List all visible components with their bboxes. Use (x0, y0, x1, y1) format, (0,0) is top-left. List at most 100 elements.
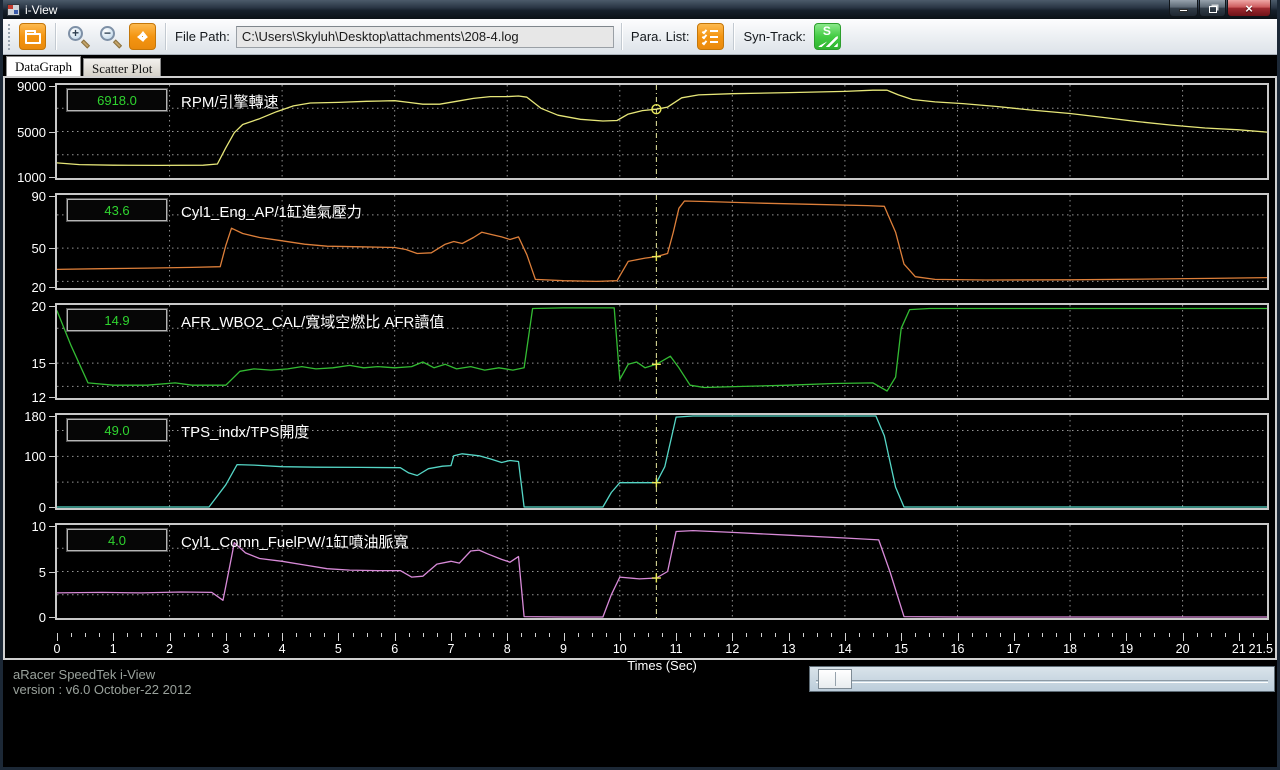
horizontal-trackbar[interactable] (809, 666, 1275, 692)
tab-scatter-plot[interactable]: Scatter Plot (83, 58, 162, 76)
x-tick-mark (1252, 633, 1254, 637)
x-tick-mark (746, 633, 748, 637)
y-axis-rpm: 9000 5000 1000 (5, 79, 55, 184)
value-box-tps: 49.0 (67, 419, 167, 441)
x-tick-mark (507, 633, 509, 641)
x-tick-mark (366, 633, 368, 637)
toolbar-grip[interactable] (8, 23, 12, 50)
x-tick-mark (1182, 633, 1184, 641)
x-tick-label: 6 (391, 642, 399, 656)
x-tick-mark (155, 633, 157, 637)
y-tick-label: 15 (31, 356, 46, 372)
x-tick-label: 17 (1006, 642, 1021, 656)
x-tick-mark (802, 633, 804, 637)
x-tick-label: 1 (109, 642, 117, 656)
toolbar-separator (55, 23, 56, 50)
x-tick-label: 16 (950, 642, 965, 656)
pan-icon (133, 27, 152, 46)
x-tick-mark (113, 633, 115, 641)
x-tick-mark (1168, 633, 1170, 637)
y-axis-fuelpw: 10 5 0 (5, 520, 55, 624)
x-tick-mark (999, 633, 1001, 637)
x-tick-label: 0 (53, 642, 61, 656)
x-tick-mark (577, 633, 579, 637)
chart-panel-ap[interactable]: 43.6 Cyl1_Eng_AP/1缸進氣壓力 (55, 193, 1269, 290)
chart-panel-tps[interactable]: 49.0 TPS_indx/TPS開度 (55, 413, 1269, 510)
y-tick-label: 9000 (17, 79, 46, 94)
restore-button[interactable] (1199, 0, 1226, 17)
channel-label-rpm: RPM/引擎轉速 (181, 94, 279, 111)
x-tick-mark (619, 633, 621, 641)
value-box-rpm: 6918.0 (67, 89, 167, 111)
x-tick-label: 13 (781, 642, 796, 656)
x-tick-mark (690, 633, 692, 637)
y-tick-label: 5000 (17, 124, 46, 140)
x-tick-mark (774, 633, 776, 637)
x-tick-label: 21.5 (1248, 642, 1273, 656)
window-title: i-View (25, 2, 58, 17)
x-tick-mark (1013, 633, 1015, 641)
chart-panel-afr[interactable]: 14.9 AFR_WBO2_CAL/寬域空燃比 AFR讀值 (55, 303, 1269, 400)
x-tick-mark (239, 633, 241, 637)
x-tick-mark (1056, 633, 1057, 637)
channel-label-tps: TPS_indx/TPS開度 (181, 424, 310, 441)
zoom-in-button[interactable]: + (66, 24, 92, 50)
para-list-button[interactable] (697, 23, 725, 50)
x-tick-mark (254, 633, 255, 637)
x-tick-mark (859, 633, 860, 637)
toolbar-separator (165, 23, 166, 50)
x-tick-mark (352, 633, 354, 637)
zoom-out-button[interactable]: − (98, 24, 124, 50)
x-tick-mark (676, 633, 678, 641)
x-tick-mark (479, 633, 481, 637)
status-text: aRacer SpeedTek i-View version : v6.0 Oc… (13, 667, 192, 697)
channel-label-fuelpw: Cyl1_Comn_FuelPW/1缸噴油脈寬 (181, 534, 409, 551)
x-tick-mark (493, 633, 495, 637)
x-tick-label: 7 (447, 642, 455, 656)
x-tick-label: 11 (669, 642, 683, 656)
chart-panel-rpm[interactable]: 6918.0 RPM/引擎轉速 (55, 83, 1269, 180)
x-tick-mark (788, 633, 790, 641)
x-tick-mark (338, 633, 340, 641)
minimize-button[interactable] (1169, 0, 1198, 17)
x-tick-mark (704, 633, 706, 637)
chart-row-rpm: 9000 5000 1000 6918.0 RPM/引擎轉速 (5, 79, 1275, 184)
x-tick-label: 8 (503, 642, 511, 656)
trackbar-channel (816, 680, 1268, 683)
open-file-button[interactable] (19, 23, 46, 50)
x-tick-mark (1084, 633, 1086, 637)
channel-label-afr: AFR_WBO2_CAL/寬域空燃比 AFR讀值 (181, 314, 445, 331)
title-bar[interactable]: i-View × (3, 0, 1277, 19)
x-tick-mark (1224, 633, 1226, 637)
file-path-input[interactable] (235, 25, 614, 48)
status-line-app: aRacer SpeedTek i-View (13, 667, 156, 682)
x-tick-mark (268, 633, 269, 637)
x-tick-mark (169, 633, 171, 641)
syn-track-label: Syn-Track: (743, 29, 806, 44)
close-button[interactable]: × (1227, 0, 1271, 17)
value-box-ap: 43.6 (67, 199, 167, 221)
y-tick-label: 90 (31, 189, 46, 204)
chart-row-tps: 180 100 0 49.0 TPS_indx/TPS開度 (5, 410, 1275, 514)
x-tick-mark (732, 633, 734, 641)
y-axis-ap: 90 50 20 (5, 189, 55, 294)
tab-datagraph[interactable]: DataGraph (6, 56, 82, 76)
x-tick-mark (183, 633, 185, 637)
x-tick-mark (451, 633, 452, 641)
x-tick-label: 15 (894, 642, 909, 656)
x-tick-mark (647, 633, 649, 637)
x-tick-mark (197, 633, 199, 637)
chart-panel-fuelpw[interactable]: 4.0 Cyl1_Comn_FuelPW/1缸噴油脈寬 (55, 523, 1269, 620)
x-tick-mark (633, 633, 635, 637)
x-tick-mark (211, 633, 213, 637)
syn-track-button[interactable]: S (813, 23, 841, 50)
y-tick-label: 0 (38, 500, 46, 515)
checklist-icon (702, 28, 719, 45)
x-tick-label: 4 (278, 642, 286, 656)
y-tick-label: 100 (24, 449, 46, 465)
x-tick-mark (394, 633, 396, 641)
pan-button[interactable] (129, 23, 156, 50)
status-line-version: version : v6.0 October-22 2012 (13, 682, 192, 697)
trackbar-thumb[interactable] (818, 669, 852, 689)
chart-row-ap: 90 50 20 43.6 Cyl1_Eng_AP/1缸進氣壓力 (5, 189, 1275, 294)
